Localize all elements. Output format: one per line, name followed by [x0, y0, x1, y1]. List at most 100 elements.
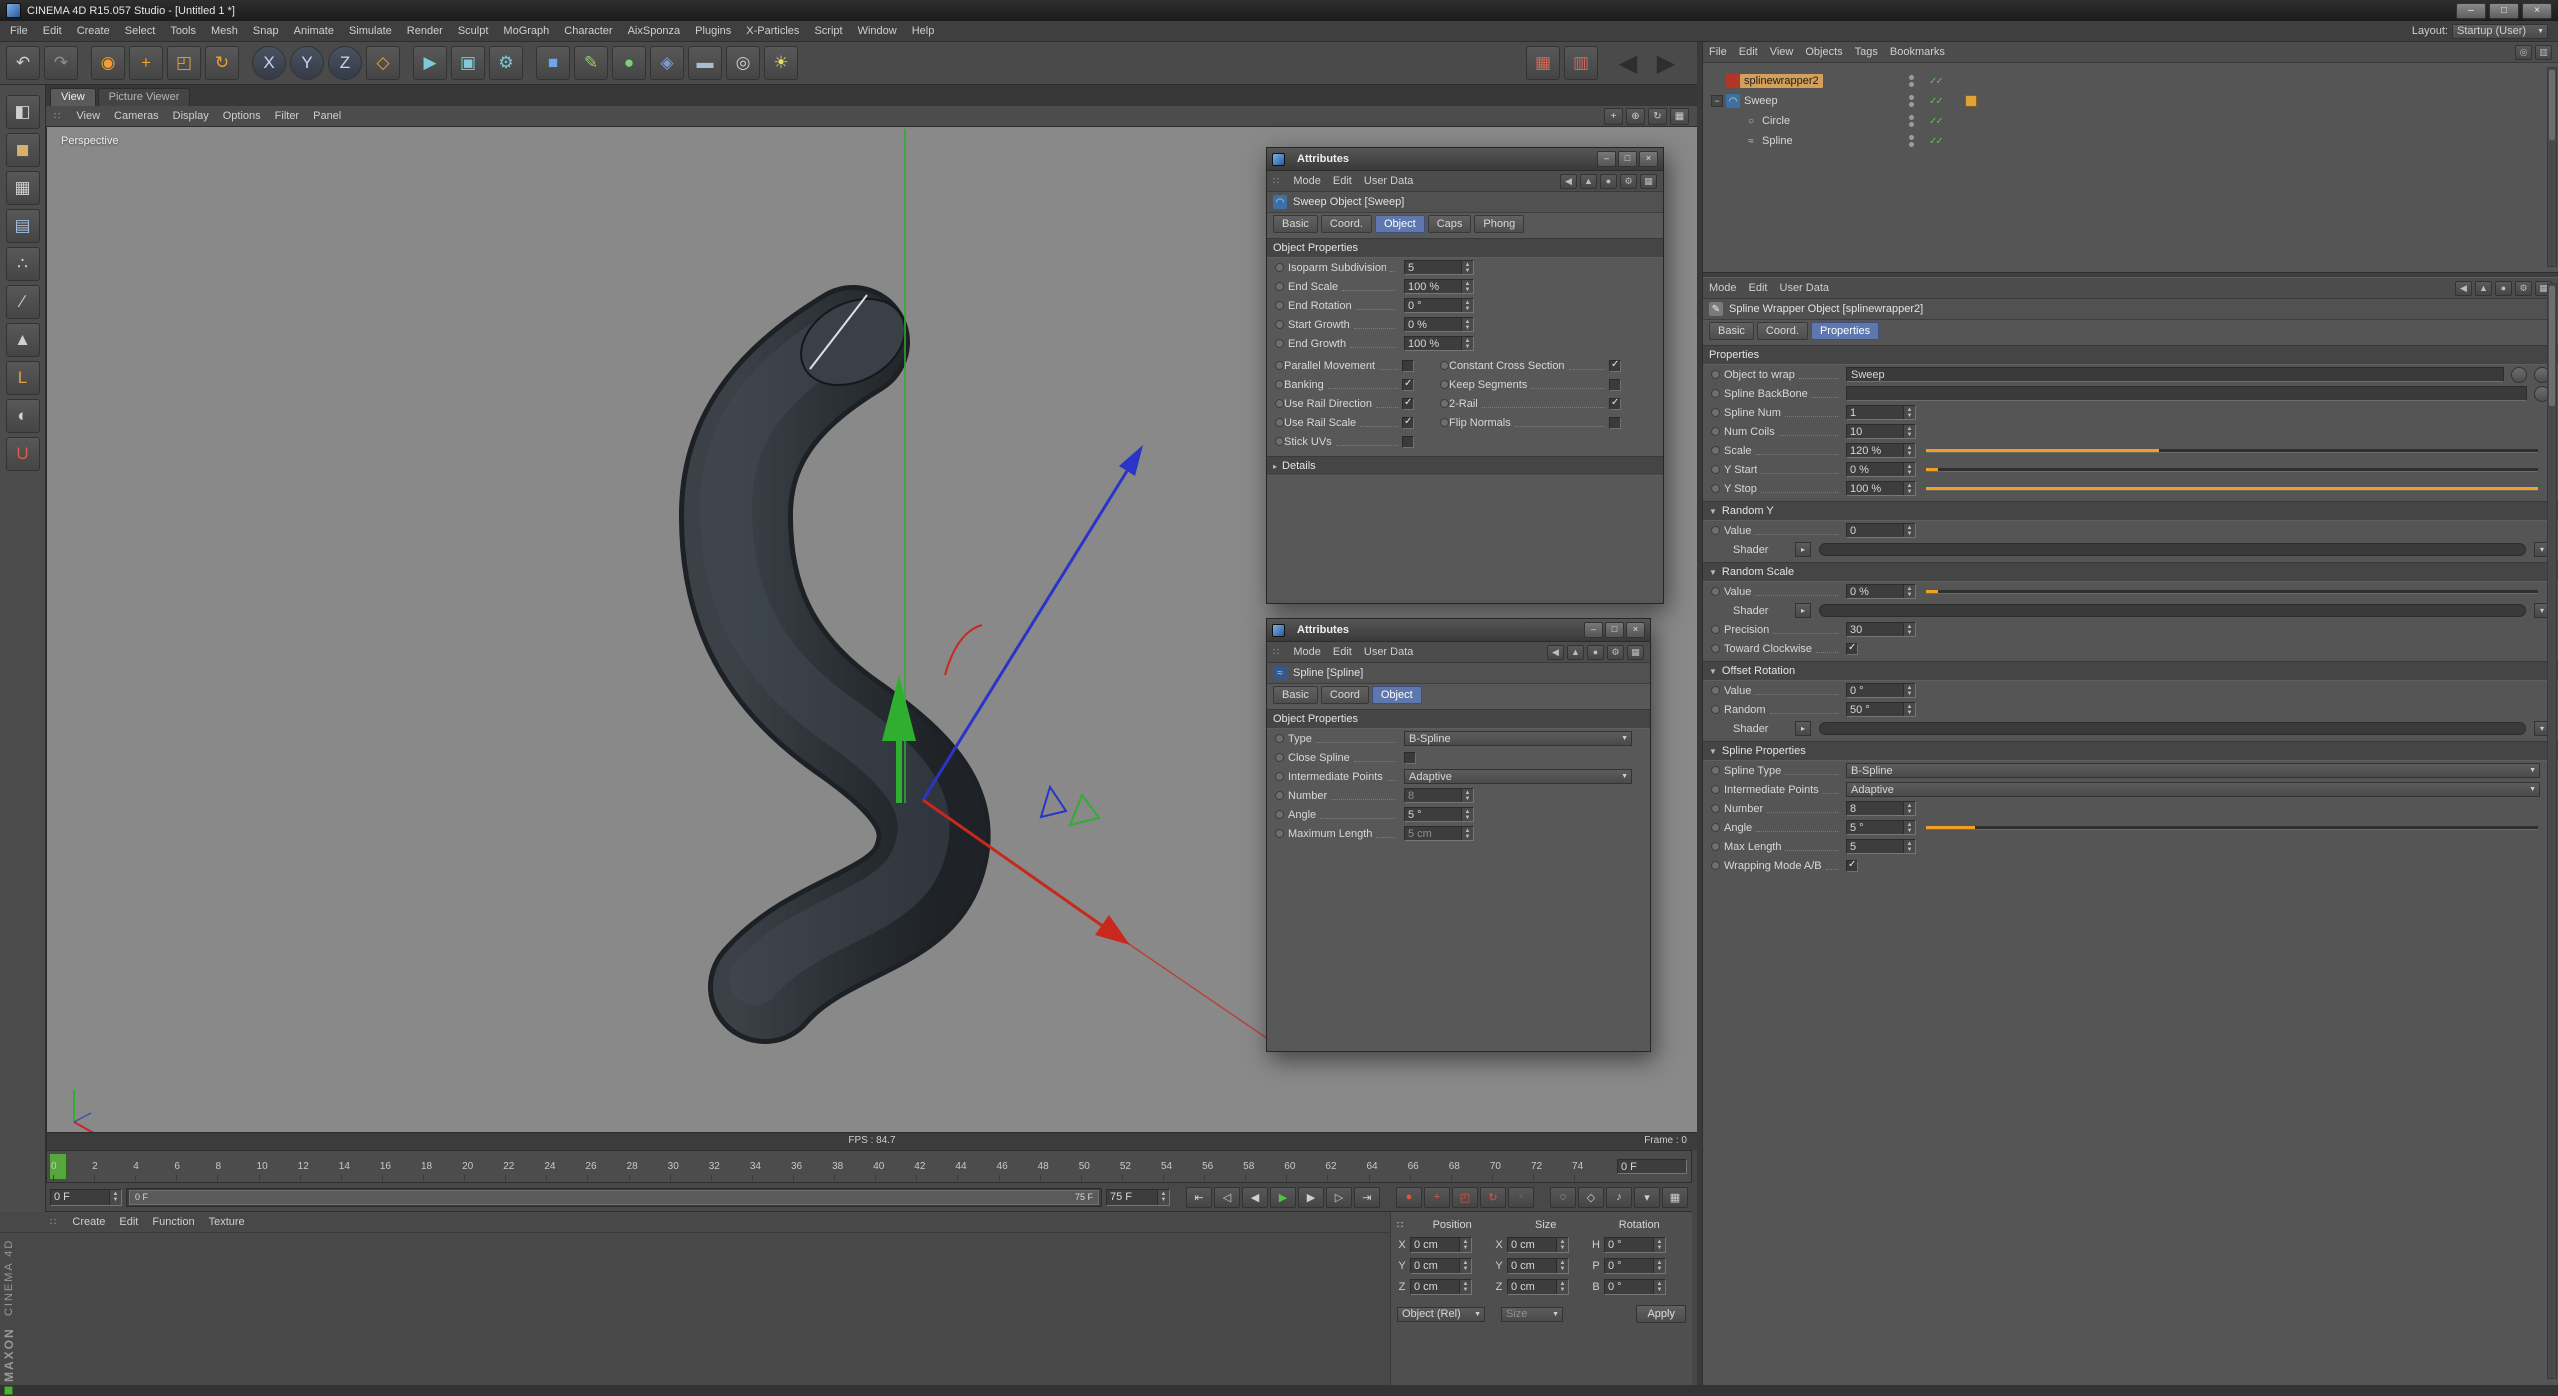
object-mode-dropdown[interactable]: Object (Rel) ▼	[1397, 1307, 1485, 1322]
tab-basic[interactable]: Basic	[1273, 215, 1318, 233]
add-spline-button[interactable]: ✎	[574, 46, 608, 80]
animation-dot[interactable]	[1275, 418, 1284, 427]
visibility-dots[interactable]	[1909, 75, 1914, 87]
menu-file[interactable]: File	[10, 25, 28, 37]
rotate-tool[interactable]: ↻	[205, 46, 239, 80]
slider-track[interactable]	[1926, 590, 2538, 594]
frame-number[interactable]: 56	[1202, 1161, 1243, 1172]
frame-number[interactable]: 40	[873, 1161, 914, 1172]
size-field[interactable]: 0 cm▲▼	[1507, 1279, 1569, 1295]
checkbox[interactable]	[1402, 360, 1414, 372]
spinner[interactable]: ▲▼	[1903, 623, 1915, 636]
attribute-manager-scrollbar[interactable]	[2547, 283, 2557, 1379]
move-tool[interactable]: +	[129, 46, 163, 80]
value-field[interactable]: 8▲▼	[1846, 801, 1916, 816]
pin-icon[interactable]: ▲	[1567, 645, 1584, 660]
material-menu-texture[interactable]: Texture	[209, 1216, 245, 1228]
make-editable-button[interactable]: ◧	[6, 95, 40, 129]
window-title-bar[interactable]: Attributes –□×	[1267, 148, 1663, 171]
value-field[interactable]: 5▲▼	[1846, 839, 1916, 854]
spinner[interactable]: ▲▼	[1459, 1238, 1471, 1252]
record-scale-toggle[interactable]: ◰	[1452, 1187, 1478, 1208]
current-frame-field[interactable]: 0 F ▲▼	[50, 1189, 122, 1206]
object-row-spline[interactable]: ≈Spline✓✓	[1703, 131, 2558, 151]
frame-number[interactable]: 36	[791, 1161, 832, 1172]
spline-handle-red[interactable]	[945, 625, 982, 675]
frame-number[interactable]: 64	[1367, 1161, 1408, 1172]
end-frame-field[interactable]: 75 F ▲▼	[1106, 1189, 1170, 1206]
next-frame-button[interactable]: ▶	[1298, 1187, 1324, 1208]
frame-number[interactable]: 10	[257, 1161, 298, 1172]
timeline-layout-button[interactable]: ▦	[1662, 1187, 1688, 1208]
add-environment-button[interactable]: ▬	[688, 46, 722, 80]
win-menu-edit[interactable]: Edit	[1333, 175, 1352, 187]
slider-track[interactable]	[1926, 487, 2538, 491]
add-light-button[interactable]: ☀	[764, 46, 798, 80]
frame-number[interactable]: 22	[503, 1161, 544, 1172]
viewport-pan-icon[interactable]: +	[1604, 108, 1623, 125]
viewport-menu-options[interactable]: Options	[223, 110, 261, 122]
section-spline-properties[interactable]: ▼Spline Properties	[1703, 741, 2558, 761]
animation-dot[interactable]	[1275, 734, 1284, 743]
animation-dot[interactable]	[1711, 705, 1720, 714]
history-back-icon[interactable]: ◀	[1560, 174, 1577, 189]
record-parameter-toggle[interactable]: ◦	[1508, 1187, 1534, 1208]
tab-coord[interactable]: Coord.	[1757, 322, 1808, 340]
animation-dot[interactable]	[1711, 644, 1720, 653]
layout-forward-button[interactable]: ▶	[1649, 46, 1683, 80]
animation-dot[interactable]	[1275, 772, 1284, 781]
frame-number[interactable]: 4	[133, 1161, 174, 1172]
frame-number[interactable]: 42	[914, 1161, 955, 1172]
layout-back-button[interactable]: ◀	[1611, 46, 1645, 80]
animation-dot[interactable]	[1275, 810, 1284, 819]
shader-expand-button[interactable]: ▸	[1795, 542, 1811, 557]
spinner[interactable]: ▲▼	[1461, 318, 1473, 331]
shader-field[interactable]	[1819, 722, 2526, 735]
prev-key-button[interactable]: ◁	[1214, 1187, 1240, 1208]
spinner[interactable]: ▲▼	[1903, 425, 1915, 438]
checkbox[interactable]	[1609, 417, 1621, 429]
viewport-zoom-icon[interactable]: ⊕	[1626, 108, 1645, 125]
minimize-button[interactable]: –	[1584, 622, 1603, 638]
coordinates-manager-button[interactable]: ▥	[1564, 46, 1598, 80]
om-menu-bookmarks[interactable]: Bookmarks	[1890, 46, 1945, 58]
frame-number[interactable]: 66	[1408, 1161, 1449, 1172]
tab-basic[interactable]: Basic	[1709, 322, 1754, 340]
spinner[interactable]: ▲▼	[1903, 482, 1915, 495]
redo-button[interactable]: ↷	[44, 46, 78, 80]
spinner[interactable]: ▲▼	[1461, 337, 1473, 350]
spinner[interactable]: ▲▼	[1556, 1259, 1568, 1273]
frame-number[interactable]: 70	[1490, 1161, 1531, 1172]
position-field[interactable]: 0 cm▲▼	[1410, 1279, 1472, 1295]
win-menu-user-data[interactable]: User Data	[1364, 646, 1414, 658]
panel-handle-icon[interactable]: ∷	[1273, 176, 1279, 187]
lock-icon[interactable]: ●	[1587, 645, 1604, 660]
render-picture-viewer-button[interactable]: ▣	[451, 46, 485, 80]
viewport-rotate-icon[interactable]: ↻	[1648, 108, 1667, 125]
menu-x-particles[interactable]: X-Particles	[746, 25, 799, 37]
value-field[interactable]: 100 %▲▼	[1846, 481, 1916, 496]
value-field[interactable]: 100 %▲▼	[1404, 336, 1474, 351]
om-menu-file[interactable]: File	[1709, 46, 1727, 58]
menu-character[interactable]: Character	[564, 25, 612, 37]
spinner[interactable]: ▲▼	[1461, 827, 1473, 840]
shader-expand-button[interactable]: ▸	[1795, 603, 1811, 618]
animation-dot[interactable]	[1275, 791, 1284, 800]
lock-icon[interactable]: ●	[2495, 281, 2512, 296]
visibility-dots[interactable]	[1909, 115, 1914, 127]
frame-number[interactable]: 2	[92, 1161, 133, 1172]
spinner[interactable]: ▲▼	[1461, 808, 1473, 821]
animation-dot[interactable]	[1711, 370, 1720, 379]
x-axis-arrowhead[interactable]	[1095, 915, 1130, 945]
object-row-circle[interactable]: ○Circle✓✓	[1703, 111, 2558, 131]
menu-window[interactable]: Window	[858, 25, 897, 37]
z-axis-arrowhead[interactable]	[1119, 445, 1143, 476]
dropdown[interactable]: B-Spline▼	[1846, 763, 2540, 778]
shader-field[interactable]	[1819, 543, 2526, 556]
spinner[interactable]: ▲▼	[1903, 802, 1915, 815]
enable-checks[interactable]: ✓✓	[1929, 76, 1942, 87]
checkbox[interactable]	[1609, 398, 1621, 410]
win-menu-user-data[interactable]: User Data	[1364, 175, 1414, 187]
add-cube-button[interactable]: ■	[536, 46, 570, 80]
spinner[interactable]: ▲▼	[1903, 524, 1915, 537]
